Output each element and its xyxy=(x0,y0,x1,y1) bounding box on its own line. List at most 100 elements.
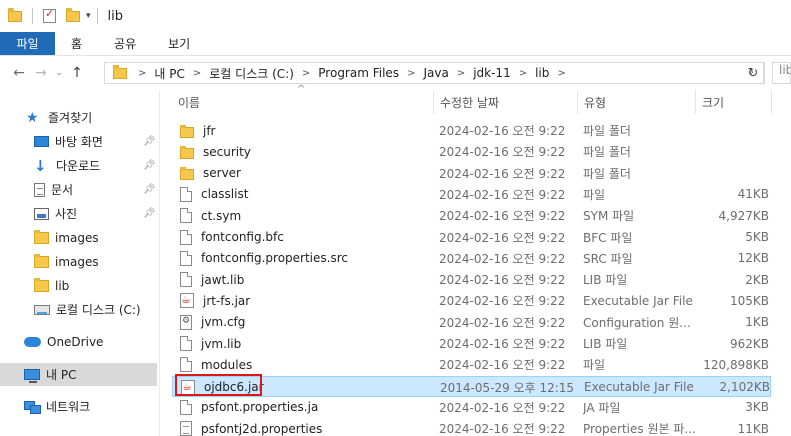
tab-view[interactable]: 보기 xyxy=(152,32,206,55)
refresh-icon[interactable]: ↻ xyxy=(742,62,765,84)
sidebar-item-desktop[interactable]: 바탕 화면 📌︎ xyxy=(0,130,157,153)
file-type: 파일 xyxy=(583,358,606,373)
file-name-cell[interactable]: jawt.lib xyxy=(172,269,434,290)
recent-dropdown-icon[interactable]: ⌄ xyxy=(52,68,66,78)
file-row[interactable]: jrt-fs.jar 2024-02-16 오전 9:22 Executable J… xyxy=(172,290,771,311)
file-name-cell[interactable]: ct.sym xyxy=(172,205,434,226)
file-date: 2024-02-16 오전 9:22 xyxy=(439,166,566,181)
pin-icon[interactable]: 📌︎ xyxy=(143,184,156,195)
file-name-cell[interactable]: psfontj2d.properties xyxy=(172,418,434,436)
file-row[interactable]: jfr 2024-02-16 오전 9:22 파일 폴더 xyxy=(172,120,771,141)
file-name: modules xyxy=(201,357,253,372)
sidebar-item-lib[interactable]: lib xyxy=(0,274,157,297)
column-header-size[interactable]: 크기 xyxy=(696,90,772,114)
chevron-right-icon[interactable]: > xyxy=(188,68,206,79)
sidebar-item-documents[interactable]: 문서 📌︎ xyxy=(0,178,157,201)
breadcrumb-lib[interactable]: lib xyxy=(532,66,552,80)
new-folder-icon[interactable] xyxy=(66,7,80,22)
file-name-cell[interactable]: fontconfig.bfc xyxy=(172,227,434,248)
chevron-down-icon[interactable]: ▾ xyxy=(86,11,91,21)
sidebar-item-images[interactable]: images xyxy=(0,250,157,273)
chevron-right-icon[interactable]: > xyxy=(402,68,420,79)
divider xyxy=(96,8,98,24)
breadcrumb-this-pc[interactable]: 내 PC xyxy=(151,65,187,82)
document-icon xyxy=(34,182,45,197)
pin-icon[interactable]: 📌︎ xyxy=(143,208,156,219)
chevron-right-icon[interactable]: > xyxy=(552,68,570,79)
file-row[interactable]: classlist 2024-02-16 오전 9:22 파일 41KB xyxy=(172,184,771,205)
sidebar-item-downloads[interactable]: ↓ 다운로드 📌︎ xyxy=(0,154,157,177)
tab-home[interactable]: 홈 xyxy=(55,32,98,55)
file-size: 11KB xyxy=(737,421,769,436)
desktop-icon xyxy=(34,136,49,147)
chevron-right-icon[interactable]: > xyxy=(133,68,151,79)
file-row[interactable]: fontconfig.bfc 2024-02-16 오전 9:22 BFC 파일 5K… xyxy=(172,227,771,248)
properties-icon[interactable] xyxy=(43,7,56,23)
pin-icon[interactable]: 📌︎ xyxy=(143,136,156,147)
column-header-date[interactable]: 수정한 날짜 xyxy=(434,90,578,114)
chevron-right-icon[interactable]: > xyxy=(514,68,532,79)
file-row[interactable]: server 2024-02-16 오전 9:22 파일 폴더 xyxy=(172,163,771,184)
back-arrow-icon[interactable]: ← xyxy=(8,65,30,81)
breadcrumb-java[interactable]: Java xyxy=(420,66,451,80)
address-bar[interactable]: > 내 PC > 로컬 디스크 (C:) > Program Files > J… xyxy=(104,62,764,84)
file-row[interactable]: psfontj2d.properties 2024-02-16 오전 9:22 Pr… xyxy=(172,418,771,436)
file-row[interactable]: security 2024-02-16 오전 9:22 파일 폴더 xyxy=(172,141,771,162)
sidebar-item-this-pc[interactable]: 내 PC xyxy=(0,363,157,386)
file-name-cell[interactable]: modules xyxy=(172,354,434,375)
chevron-right-icon[interactable]: > xyxy=(452,68,470,79)
up-arrow-icon[interactable]: ↑ xyxy=(66,65,88,81)
file-name-cell[interactable]: jrt-fs.jar xyxy=(172,290,434,311)
column-header-type[interactable]: 유형 xyxy=(578,90,696,114)
file-row[interactable]: ojdbc6.jar 2014-05-29 오후 12:15 Executable … xyxy=(172,375,771,398)
file-row[interactable]: fontconfig.properties.src 2024-02-16 오전 9… xyxy=(172,248,771,269)
sidebar-item-images[interactable]: images xyxy=(0,226,157,249)
chevron-right-icon[interactable]: > xyxy=(297,68,315,79)
jar-file-icon xyxy=(180,293,194,309)
sidebar-item-label: 내 PC xyxy=(46,368,77,382)
file-type: 파일 폴더 xyxy=(583,124,631,138)
file-name-cell[interactable]: fontconfig.properties.src xyxy=(172,248,434,269)
file-name-cell[interactable]: jvm.lib xyxy=(172,333,434,354)
folder-icon xyxy=(180,124,194,138)
search-input[interactable]: lib xyxy=(772,62,791,84)
file-type: 파일 폴더 xyxy=(583,145,631,160)
file-icon xyxy=(180,186,192,202)
sidebar-item-onedrive[interactable]: OneDrive xyxy=(0,330,157,353)
file-name: security xyxy=(203,144,251,159)
file-name: ojdbc6.jar xyxy=(204,380,264,395)
file-name-cell[interactable]: server xyxy=(172,163,434,184)
file-type: LIB 파일 xyxy=(583,273,628,288)
tab-share[interactable]: 공유 xyxy=(98,32,152,55)
file-row[interactable]: psfont.properties.ja 2024-02-16 오전 9:22 JA… xyxy=(172,397,771,418)
folder-icon xyxy=(34,229,49,244)
file-date: 2024-02-16 오전 9:22 xyxy=(439,294,566,309)
file-row[interactable]: ct.sym 2024-02-16 오전 9:22 SYM 파일 4,927KB xyxy=(172,205,771,226)
file-row[interactable]: jawt.lib 2024-02-16 오전 9:22 LIB 파일 2KB xyxy=(172,269,771,290)
column-header-name[interactable]: 이름 xyxy=(172,90,434,114)
file-row[interactable]: modules 2024-02-16 오전 9:22 파일 120,898KB xyxy=(172,354,771,375)
file-name-cell[interactable]: jfr xyxy=(172,120,434,141)
document-icon xyxy=(180,421,192,436)
forward-arrow-icon[interactable]: → xyxy=(30,65,52,81)
sidebar-item-pictures[interactable]: 사진 📌︎ xyxy=(0,202,157,225)
file-size: 3KB xyxy=(745,400,769,415)
sidebar-item-local-disk[interactable]: 로컬 디스크 (C:) xyxy=(0,298,157,321)
sidebar-item-label: 바탕 화면 xyxy=(55,135,103,149)
pin-icon[interactable]: 📌︎ xyxy=(143,160,156,171)
sidebar-item-quick-access[interactable]: ★ 즐겨찾기 xyxy=(0,106,157,129)
file-name-cell[interactable]: psfont.properties.ja xyxy=(172,397,434,418)
file-row[interactable]: jvm.lib 2024-02-16 오전 9:22 LIB 파일 962KB xyxy=(172,333,771,354)
file-name-cell[interactable]: jvm.cfg xyxy=(172,312,434,333)
file-name: psfontj2d.properties xyxy=(201,421,323,436)
navigation-pane: ★ 즐겨찾기 바탕 화면 📌︎ ↓ 다운로드 📌︎ 문서 📌︎ 사진 📌︎ im… xyxy=(0,90,160,436)
tab-file[interactable]: 파일 xyxy=(0,32,55,55)
breadcrumb-local-disk[interactable]: 로컬 디스크 (C:) xyxy=(206,65,297,82)
breadcrumb-program-files[interactable]: Program Files xyxy=(315,66,402,80)
file-name-cell[interactable]: classlist xyxy=(172,184,434,205)
file-name-cell[interactable]: ojdbc6.jar xyxy=(173,377,435,398)
breadcrumb-jdk[interactable]: jdk-11 xyxy=(470,66,514,80)
file-name-cell[interactable]: security xyxy=(172,141,434,162)
file-row[interactable]: jvm.cfg 2024-02-16 오전 9:22 Configuration 원… xyxy=(172,312,771,333)
sidebar-item-network[interactable]: 네트워크 xyxy=(0,395,157,418)
